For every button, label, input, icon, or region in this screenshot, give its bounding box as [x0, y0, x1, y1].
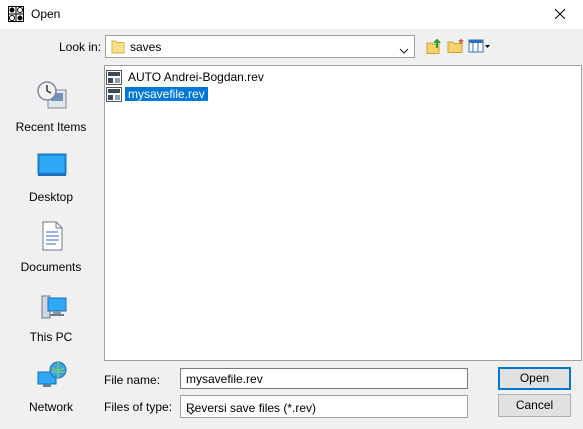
places-bar: Recent Items Desktop Documents This PC N…	[5, 64, 97, 415]
title-bar: Open	[0, 0, 583, 29]
close-icon	[555, 9, 565, 19]
up-folder-icon[interactable]	[426, 37, 444, 55]
file-name: mysavefile.rev	[125, 87, 208, 101]
folder-icon	[111, 39, 125, 57]
place-label: Documents	[20, 260, 82, 274]
file-type-dropdown[interactable]: Reversi save files (*.rev)	[180, 395, 468, 418]
documents-icon	[36, 220, 68, 252]
rev-file-icon	[106, 87, 122, 102]
look-in-value: saves	[130, 40, 162, 54]
look-in-dropdown[interactable]: saves	[105, 35, 415, 58]
file-name: AUTO Andrei-Bogdan.rev	[128, 70, 264, 84]
file-name-value: mysavefile.rev	[186, 372, 263, 386]
desktop-icon	[36, 150, 68, 182]
reversi-board-icon	[8, 6, 24, 22]
place-label: Network	[28, 400, 73, 414]
file-list[interactable]: AUTO Andrei-Bogdan.rev mysavefile.rev	[104, 65, 582, 361]
place-network[interactable]: Network	[5, 360, 97, 429]
place-recent-items[interactable]: Recent Items	[5, 80, 97, 150]
window-title: Open	[31, 7, 61, 21]
close-button[interactable]	[537, 0, 583, 29]
recent-items-icon	[36, 80, 68, 112]
cancel-button[interactable]: Cancel	[498, 394, 571, 417]
place-this-pc[interactable]: This PC	[5, 290, 97, 360]
file-type-label: Files of type:	[104, 400, 173, 414]
new-folder-icon[interactable]	[447, 37, 465, 55]
this-pc-icon	[36, 290, 68, 322]
open-button[interactable]: Open	[498, 367, 571, 390]
rev-file-icon	[106, 70, 122, 85]
view-menu-icon[interactable]	[468, 37, 492, 55]
place-desktop[interactable]: Desktop	[5, 150, 97, 220]
place-label: Recent Items	[15, 120, 87, 134]
place-documents[interactable]: Documents	[5, 220, 97, 290]
place-label: This PC	[29, 330, 73, 344]
place-label: Desktop	[28, 190, 74, 204]
chevron-down-icon	[399, 43, 409, 57]
file-name-input[interactable]: mysavefile.rev	[180, 368, 468, 389]
file-name-label: File name:	[104, 373, 161, 387]
chevron-down-icon	[186, 404, 461, 418]
network-icon	[36, 360, 68, 392]
look-in-label: Look in:	[59, 40, 102, 54]
